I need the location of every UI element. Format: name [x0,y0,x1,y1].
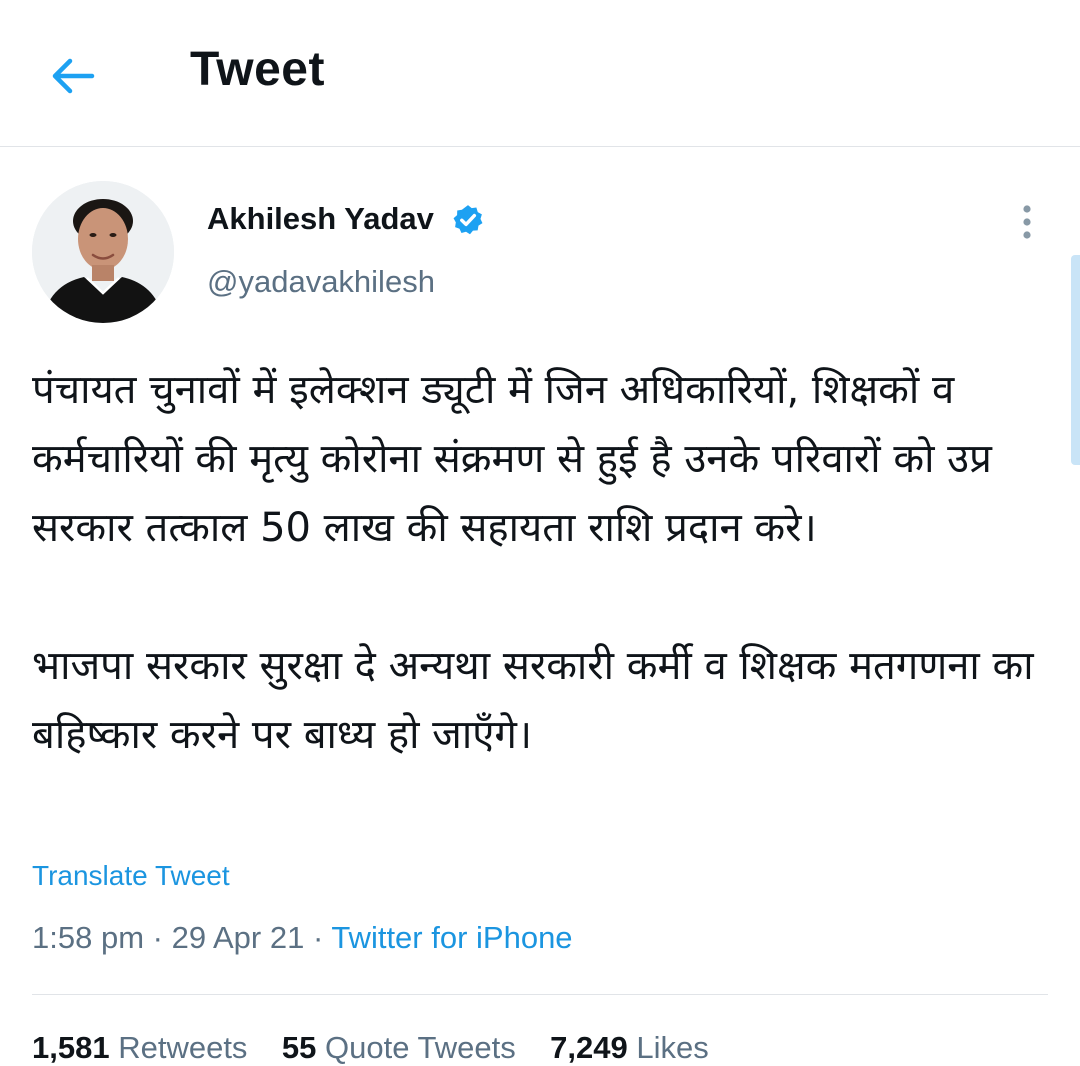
tweet-paragraph: पंचायत चुनावों में इलेक्शन ड्यूटी में जि… [32,367,992,551]
tweet-date: 29 Apr 21 [171,920,305,955]
translate-tweet-link[interactable]: Translate Tweet [32,860,230,892]
tweet-time: 1:58 pm [32,920,145,955]
verified-badge-icon [453,205,483,235]
likes-count: 7,249 [550,1030,628,1065]
tweet-metadata: 1:58 pm · 29 Apr 21 · Twitter for iPhone [32,920,573,956]
retweets-count: 1,581 [32,1030,110,1065]
retweets-stat[interactable]: 1,581 Retweets [32,1030,247,1065]
likes-label: Likes [636,1030,709,1065]
avatar[interactable] [32,181,174,323]
separator: · [152,920,163,955]
back-button[interactable] [46,49,100,103]
more-vertical-icon [1023,205,1031,239]
tweet-paragraph: भाजपा सरकार सुरक्षा दे अन्यथा सरकारी कर्… [32,643,1034,758]
separator: · [312,920,324,955]
tweet-text: पंचायत चुनावों में इलेक्शन ड्यूटी में जि… [32,356,1042,770]
engagement-stats: 1,581 Retweets 55 Quote Tweets 7,249 Lik… [32,1030,709,1066]
likes-stat[interactable]: 7,249 Likes [550,1030,709,1065]
quotes-label: Quote Tweets [325,1030,516,1065]
divider [32,994,1048,995]
profile-photo [32,181,174,323]
scrollbar[interactable] [1071,255,1080,465]
quote-tweets-stat[interactable]: 55 Quote Tweets [282,1030,516,1065]
tweet-source-link[interactable]: Twitter for iPhone [331,920,572,955]
arrow-left-icon [52,58,95,94]
author-handle[interactable]: @yadavakhilesh [207,264,435,300]
retweets-label: Retweets [118,1030,248,1065]
quotes-count: 55 [281,1030,317,1065]
top-app-bar: Tweet [0,0,1080,147]
author-display-name[interactable]: Akhilesh Yadav [207,201,434,237]
more-options-button[interactable] [1010,200,1044,244]
page-title: Tweet [190,43,325,96]
